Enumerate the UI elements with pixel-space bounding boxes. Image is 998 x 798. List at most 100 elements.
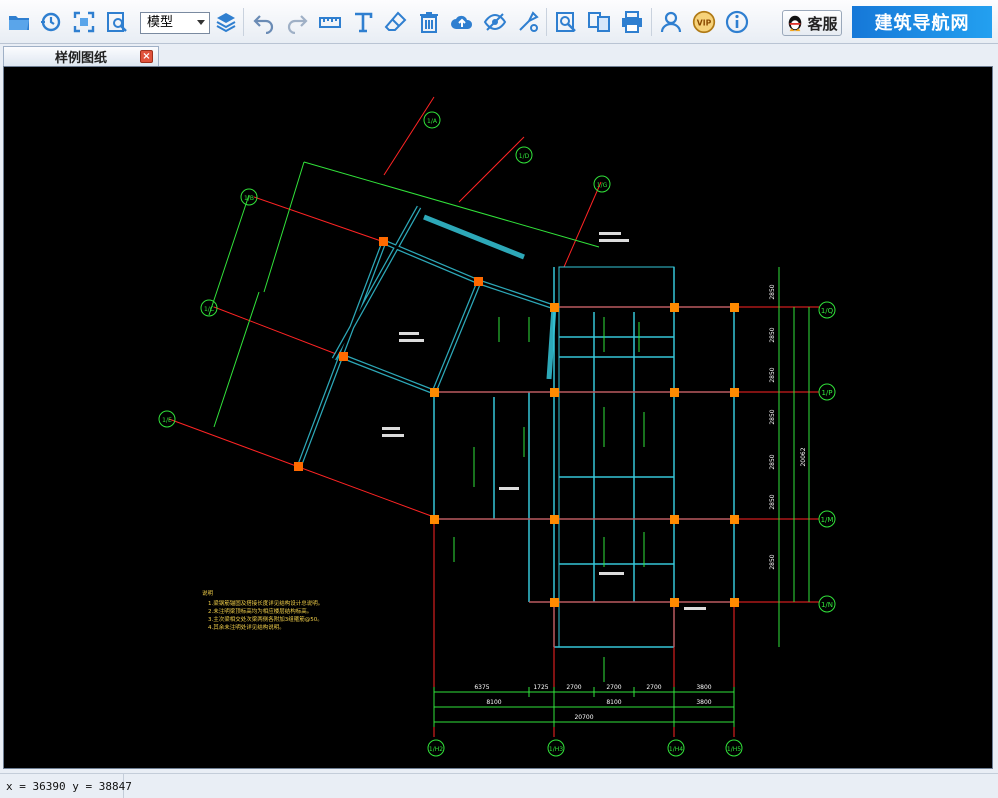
- drawing-canvas[interactable]: 1/Q 1/P 1/M 1/N 1/H2 1/H3 1/H4 1/H5 1/B …: [3, 66, 993, 769]
- eraser-icon[interactable]: [382, 8, 410, 36]
- column: [339, 352, 348, 361]
- dim-text: 2850: [769, 409, 776, 424]
- dim-text: 2850: [769, 284, 776, 299]
- dim-text: 2850: [769, 367, 776, 382]
- dim-total: 20062: [800, 447, 807, 466]
- open-folder-icon[interactable]: [5, 8, 33, 36]
- axis-label: 1/H4: [669, 746, 683, 753]
- user-icon[interactable]: [657, 8, 685, 36]
- dim-text: 3800: [696, 684, 711, 691]
- dim-text: 1725: [533, 684, 548, 691]
- info-icon[interactable]: [723, 8, 751, 36]
- zoom-window-icon[interactable]: [103, 8, 131, 36]
- note-line: 2.未注明梁顶标高均为相应楼层结构标高。: [208, 607, 312, 615]
- view-mode-select[interactable]: 模型: [140, 12, 210, 34]
- text-icon[interactable]: [349, 8, 377, 36]
- axis-label: 1/N: [821, 601, 833, 609]
- white-annotations: [382, 232, 706, 610]
- axis-label: 1/M: [821, 516, 834, 524]
- redo-icon[interactable]: [283, 8, 311, 36]
- rotated-dimensions: [213, 161, 600, 428]
- dim-text: 2850: [769, 454, 776, 469]
- toolbar: 模型 VIP 客服 建筑导航网: [0, 0, 998, 44]
- axis-label: 1/H3: [549, 746, 563, 753]
- axis-label: 1/P: [821, 389, 832, 397]
- axis-label: 1/H5: [727, 746, 741, 753]
- delete-icon[interactable]: [415, 8, 443, 36]
- chevron-down-icon: [197, 20, 205, 25]
- vertical-beams: [433, 267, 735, 647]
- column: [474, 277, 483, 286]
- axis-line: [383, 96, 435, 176]
- axis-label: 1/A: [427, 118, 438, 125]
- status-bar: x = 36390 y = 38847: [0, 773, 998, 798]
- main-structure: [382, 232, 819, 737]
- compare-icon[interactable]: [585, 8, 613, 36]
- chat-penguin-icon: [789, 15, 802, 32]
- dim-text: 6375: [474, 684, 489, 691]
- axis-bubbles-bottom: 1/H2 1/H3 1/H4 1/H5: [427, 739, 743, 757]
- axis-line: [213, 306, 345, 358]
- find-icon[interactable]: [552, 8, 580, 36]
- dim-text: 8100: [486, 699, 501, 706]
- vip-icon[interactable]: VIP: [690, 8, 718, 36]
- tab-title: 样例图纸: [54, 51, 107, 66]
- dim-text: 2850: [769, 554, 776, 569]
- notes-title: 说明: [202, 589, 214, 597]
- document-tab-bar: 样例图纸 ×: [0, 44, 998, 66]
- note-line: 4.其余未注明处详见结构说明。: [208, 623, 285, 631]
- brand-banner[interactable]: 建筑导航网: [852, 6, 992, 38]
- axis-label: 1/B: [244, 195, 254, 202]
- axis-line: [563, 181, 602, 268]
- beam-core: [297, 206, 555, 468]
- dim-text: 2700: [606, 684, 621, 691]
- visibility-icon[interactable]: [481, 8, 509, 36]
- close-icon[interactable]: ×: [140, 50, 153, 63]
- tab-sample-drawing[interactable]: 样例图纸 ×: [3, 46, 159, 66]
- customer-service-button[interactable]: 客服: [782, 10, 842, 36]
- outline: [558, 266, 675, 648]
- measure-icon[interactable]: [316, 8, 344, 36]
- column: [379, 237, 388, 246]
- bottom-dimensions: 6375 1725 2700 2700 2700 3800 8100 8100 …: [474, 684, 711, 721]
- axis-label: 1/G: [597, 182, 608, 189]
- brand-label: 建筑导航网: [874, 13, 970, 34]
- dim-text: 2700: [566, 684, 581, 691]
- vip-label: VIP: [697, 18, 712, 27]
- dim-text: 2850: [769, 327, 776, 342]
- print-icon[interactable]: [618, 8, 646, 36]
- axis-label: 1/C: [204, 306, 214, 313]
- column: [294, 462, 303, 471]
- cad-drawing: 1/Q 1/P 1/M 1/N 1/H2 1/H3 1/H4 1/H5 1/B …: [158, 96, 836, 757]
- drawing-notes: 说明 1.梁钢筋锚固及搭接长度详见结构设计总说明。 2.未注明梁顶标高均为相应楼…: [202, 589, 323, 631]
- axis-label: 1/Q: [821, 307, 834, 315]
- view-mode-label: 模型: [147, 15, 174, 30]
- dim-text: 8100: [606, 699, 621, 706]
- note-line: 3.主次梁相交处次梁两侧各附加3组箍筋@50。: [208, 615, 323, 623]
- settings-icon[interactable]: [514, 8, 542, 36]
- rotated-wing: [168, 96, 602, 518]
- undo-icon[interactable]: [250, 8, 278, 36]
- fit-screen-icon[interactable]: [70, 8, 98, 36]
- columns: [430, 303, 739, 607]
- layers-icon[interactable]: [212, 8, 240, 36]
- note-line: 1.梁钢筋锚固及搭接长度详见结构设计总说明。: [208, 599, 323, 607]
- axis-label: 1/D: [519, 153, 530, 160]
- rotated-beams: [296, 205, 557, 468]
- cursor-coordinates: x = 36390 y = 38847: [6, 780, 132, 793]
- axis-line: [458, 136, 525, 203]
- cloud-icon[interactable]: [448, 8, 476, 36]
- dim-text: 3800: [696, 699, 711, 706]
- dim-total: 20700: [574, 714, 593, 721]
- right-dimensions: 2850 2850 2850 2850 2850 2850 2850 20062: [769, 284, 807, 569]
- history-icon[interactable]: [37, 8, 65, 36]
- axis-label: 1/E: [162, 417, 172, 424]
- dim-text: 2700: [646, 684, 661, 691]
- dim-text: 2850: [769, 494, 776, 509]
- customer-service-label: 客服: [807, 14, 838, 33]
- axis-bubbles-right: 1/Q 1/P 1/M 1/N: [818, 301, 836, 613]
- axis-line: [253, 196, 385, 243]
- horizontal-beams: [434, 306, 734, 648]
- axis-label: 1/H2: [429, 746, 443, 753]
- rotated-dimension: [208, 194, 250, 316]
